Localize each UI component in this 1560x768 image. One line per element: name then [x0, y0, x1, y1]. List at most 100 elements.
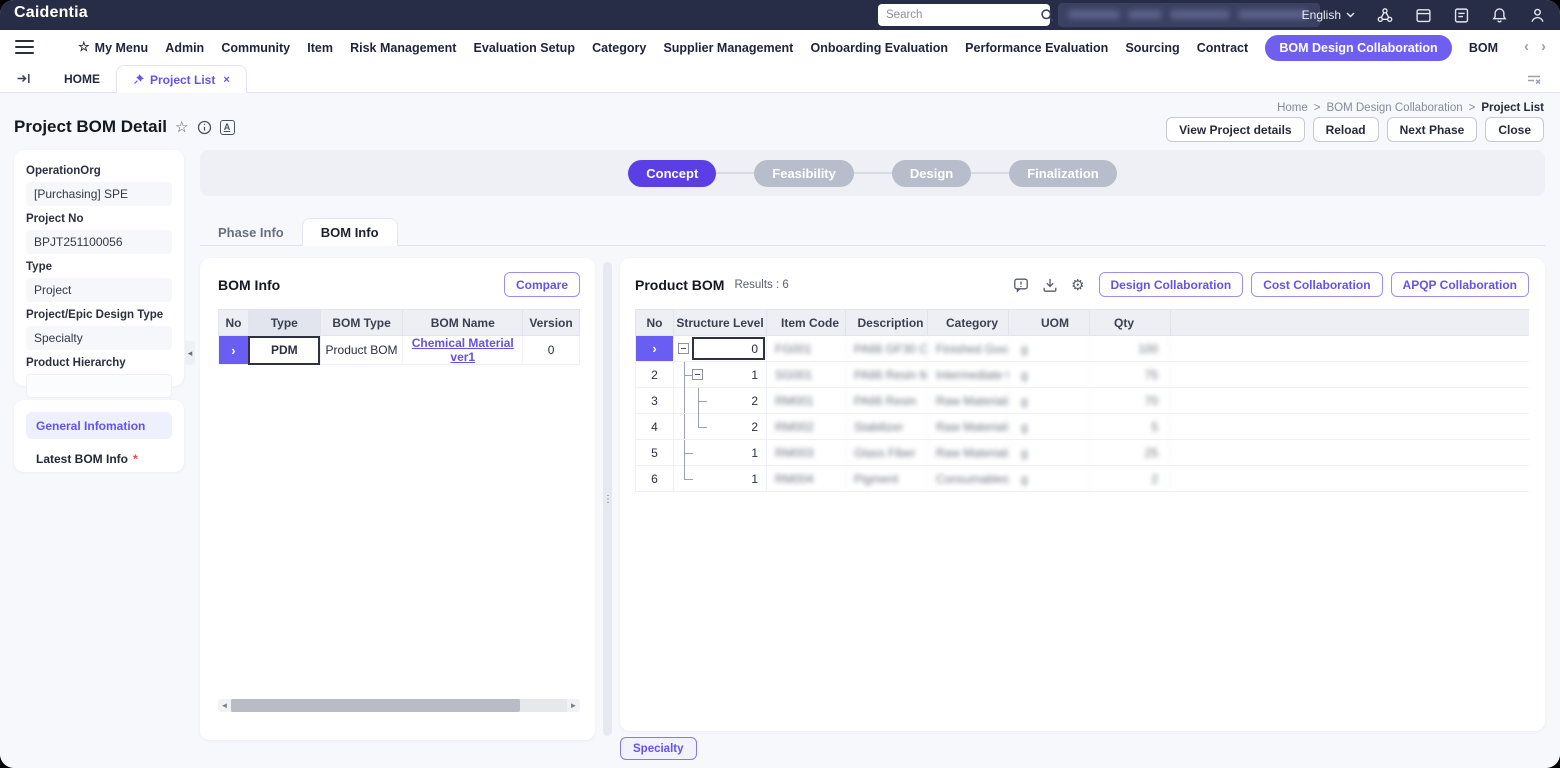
row-select-cell[interactable]: 4 [635, 414, 674, 439]
cell-structure-level[interactable]: 0 [674, 336, 767, 361]
cell-category[interactable]: Raw Materials [928, 414, 1009, 439]
product-bom-row[interactable]: 21SG001PA66 Resin MixIntermediate Gcg75 [635, 362, 1529, 388]
cell-uom[interactable]: g [1009, 388, 1090, 413]
hscroll-thumb[interactable] [231, 699, 520, 712]
cell-version[interactable]: 0 [523, 336, 580, 365]
apqp-collaboration-button[interactable]: APQP Collaboration [1391, 272, 1529, 297]
column-header-qty[interactable]: Qty [1090, 309, 1171, 336]
close-button[interactable]: Close [1485, 117, 1544, 142]
cell-description[interactable]: PA66 Resin Mix [846, 362, 928, 387]
global-search[interactable] [878, 4, 1050, 26]
cell-qty[interactable]: 75 [1090, 362, 1171, 387]
reload-button[interactable]: Reload [1313, 117, 1379, 142]
menu-item-category[interactable]: Category [592, 41, 646, 55]
cell-bom-type[interactable]: Product BOM [320, 336, 403, 365]
cell-uom[interactable]: g [1009, 466, 1090, 491]
cell-qty[interactable]: 5 [1090, 414, 1171, 439]
field-value-project-epic-design-type[interactable]: Specialty [26, 326, 172, 350]
bom-info-hscrollbar[interactable]: ◄ ► [218, 699, 580, 712]
field-value-operationorg[interactable]: [Purchasing] SPE [26, 182, 172, 206]
row-select-cell[interactable]: 2 [635, 362, 674, 387]
phase-step-feasibility[interactable]: Feasibility [754, 160, 854, 187]
sidebar-item-general-infomation[interactable]: General Infomation [26, 412, 172, 439]
column-header-no[interactable]: No [635, 309, 674, 336]
cell-item-code[interactable]: SG001 [767, 362, 846, 387]
cell-item-code[interactable]: FG001 [767, 336, 846, 361]
cell-description[interactable]: PA66 Resin [846, 388, 928, 413]
cell-qty[interactable]: 70 [1090, 388, 1171, 413]
tree-collapse-icon[interactable] [692, 369, 703, 380]
cell-structure-level[interactable]: 1 [674, 440, 767, 465]
cell-structure-level[interactable]: 2 [674, 414, 767, 439]
column-header-description[interactable]: Description [846, 309, 928, 336]
row-select-cell[interactable]: 5 [635, 440, 674, 465]
menu-item-risk-management[interactable]: Risk Management [350, 41, 456, 55]
settings-gear-icon[interactable]: ⚙ [1071, 276, 1084, 294]
column-header-uom[interactable]: UOM [1009, 309, 1090, 336]
menu-item-performance-evaluation[interactable]: Performance Evaluation [965, 41, 1108, 55]
search-input[interactable] [886, 9, 1040, 21]
row-select-cell[interactable]: 6 [635, 466, 674, 491]
cell-item-code[interactable]: RM004 [767, 466, 846, 491]
column-header-item-code[interactable]: Item Code [767, 309, 846, 336]
menu-item-sourcing[interactable]: Sourcing [1125, 41, 1179, 55]
column-header-no[interactable]: No [219, 310, 249, 336]
cell-category[interactable]: Finished Goods [928, 336, 1009, 361]
hamburger-menu-icon[interactable] [15, 40, 34, 58]
menu-item-contract[interactable]: Contract [1197, 41, 1248, 55]
menu-scroll-right-icon[interactable]: › [1541, 38, 1546, 56]
menu-scroll-left-icon[interactable]: ‹ [1524, 38, 1529, 56]
cell-uom[interactable]: g [1009, 362, 1090, 387]
cell-category[interactable]: Consumables [928, 466, 1009, 491]
menu-item-my-menu[interactable]: ☆My Menu [78, 40, 148, 55]
user-icon[interactable] [1529, 7, 1546, 24]
cell-description[interactable]: Glass Fiber [846, 440, 928, 465]
tab-phase-info[interactable]: Phase Info [200, 218, 302, 246]
menu-item-onboarding-evaluation[interactable]: Onboarding Evaluation [811, 41, 949, 55]
menu-item-evaluation-setup[interactable]: Evaluation Setup [474, 41, 575, 55]
row-select-cell[interactable]: › [219, 336, 249, 365]
cell-structure-level[interactable]: 1 [674, 362, 767, 387]
info-icon[interactable] [197, 120, 212, 135]
column-header-bom-type[interactable]: BOM Type [320, 310, 403, 336]
bell-icon[interactable] [1491, 7, 1508, 24]
menu-item-bom-design-collaboration[interactable]: BOM Design Collaboration [1265, 35, 1451, 61]
field-value-type[interactable]: Project [26, 278, 172, 302]
close-tab-icon[interactable]: × [223, 74, 229, 86]
compare-button[interactable]: Compare [504, 272, 580, 297]
design-type-badge-button[interactable]: Specialty [620, 737, 697, 760]
language-selector[interactable]: English [1302, 8, 1355, 22]
product-bom-row[interactable]: 61RM004PigmentConsumablesg2 [635, 466, 1529, 492]
breadcrumb-home[interactable]: Home [1277, 102, 1308, 114]
close-all-tabs-icon[interactable] [1526, 72, 1542, 87]
search-icon[interactable] [1040, 8, 1055, 23]
menu-item-bom[interactable]: BOM [1469, 41, 1498, 55]
column-header-bom-name[interactable]: BOM Name [403, 310, 523, 336]
product-bom-row[interactable]: 42RM002StabilizerRaw Materialsg5 [635, 414, 1529, 440]
cell-qty[interactable]: 2 [1090, 466, 1171, 491]
tooltip-icon[interactable] [1013, 277, 1029, 293]
phase-step-concept[interactable]: Concept [628, 160, 716, 187]
column-header-category[interactable]: Category [928, 309, 1009, 336]
field-value-product-hierarchy[interactable] [26, 374, 172, 398]
download-icon[interactable] [1042, 277, 1058, 293]
cell-qty[interactable]: 100 [1090, 336, 1171, 361]
product-bom-row[interactable]: 32RM001PA66 ResinRaw Materialsg70 [635, 388, 1529, 414]
cell-description[interactable]: Stabilizer [846, 414, 928, 439]
cell-uom[interactable]: g [1009, 440, 1090, 465]
view-project-details-button[interactable]: View Project details [1166, 117, 1305, 142]
cell-uom[interactable]: g [1009, 414, 1090, 439]
column-header-structure-level[interactable]: Structure Level [674, 309, 767, 336]
design-collaboration-button[interactable]: Design Collaboration [1099, 272, 1244, 297]
manual-icon[interactable]: A [220, 120, 235, 135]
bom-name-link[interactable]: Chemical Material ver1 [412, 336, 514, 364]
memo-icon[interactable] [1453, 7, 1470, 24]
panel-collapse-handle[interactable]: ◂ [185, 341, 195, 365]
cell-item-code[interactable]: RM003 [767, 440, 846, 465]
row-select-cell[interactable]: › [635, 336, 674, 361]
menu-item-community[interactable]: Community [221, 41, 290, 55]
cell-structure-level[interactable]: 2 [674, 388, 767, 413]
bom-info-row[interactable]: ›PDMProduct BOMChemical Material ver10 [219, 336, 580, 365]
cell-item-code[interactable]: RM001 [767, 388, 846, 413]
phase-step-finalization[interactable]: Finalization [1009, 160, 1117, 187]
